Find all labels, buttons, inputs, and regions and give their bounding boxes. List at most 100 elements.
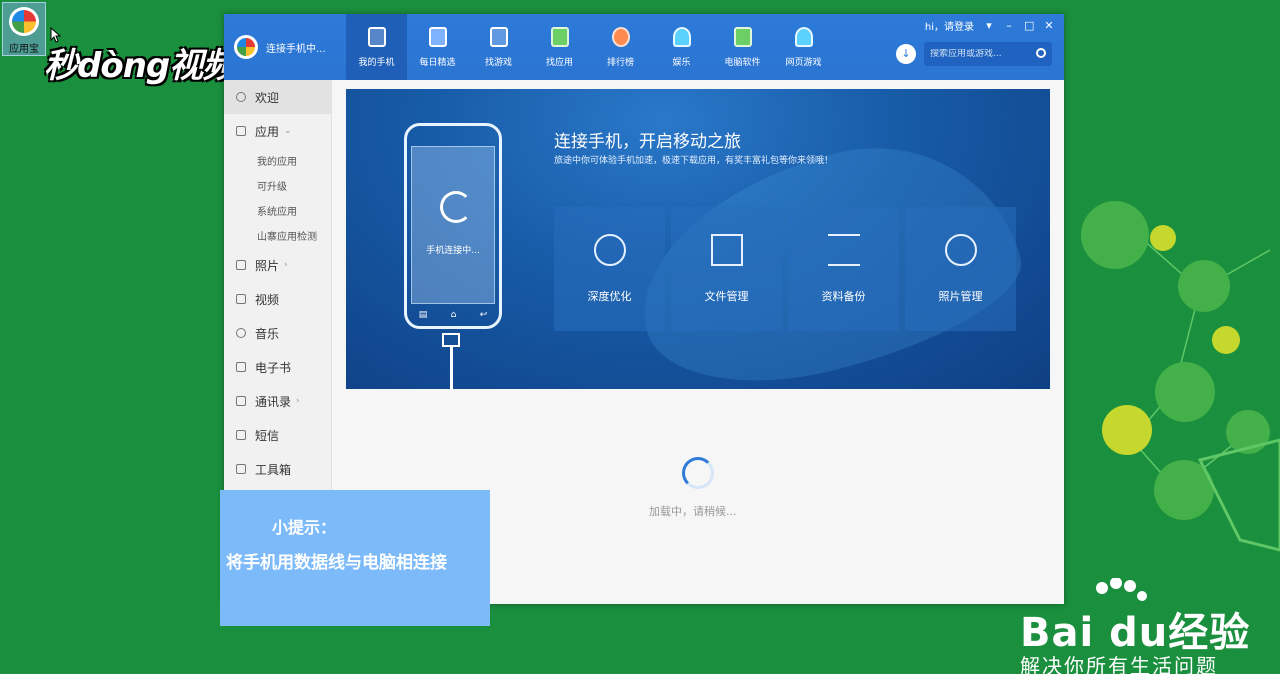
phone-connection-status: 连接手机中... — [266, 43, 326, 55]
close-icon[interactable]: ✕ — [1044, 19, 1054, 32]
sidebar-item-toolbox[interactable]: 工具箱 — [224, 452, 331, 486]
loading-text: 加载中，请稍候... — [649, 505, 737, 518]
tab-entertainment[interactable]: 娱乐 — [651, 14, 712, 80]
sidebar-item-label: 照片 — [255, 258, 280, 273]
sidebar-item-photos[interactable]: 照片 › — [224, 248, 331, 282]
sidebar-subitem-my-apps[interactable]: 我的应用 — [224, 148, 331, 173]
login-link[interactable]: hi，请登录 — [925, 18, 974, 33]
search-box — [924, 42, 1052, 66]
toolbox-icon — [236, 464, 246, 474]
connect-phone-banner: 手机连接中... ▤ ⌂ ↩ 连接手机，开启移动之旅 旅途中你可体验手机加速，极… — [346, 89, 1050, 389]
list-icon — [827, 234, 860, 266]
download-manager-icon[interactable]: ↓ — [896, 44, 916, 64]
sidebar-item-label: 通讯录 — [255, 394, 292, 409]
phone-connection-area[interactable]: 连接手机中... — [224, 14, 346, 80]
grid-icon — [236, 126, 246, 136]
sidebar-item-sms[interactable]: 短信 — [224, 418, 331, 452]
sidebar-item-label: 音乐 — [255, 326, 280, 341]
tip-title: 小提示： — [272, 518, 337, 537]
sidebar-item-welcome[interactable]: 欢迎 — [224, 80, 331, 114]
menu-dropdown-icon[interactable]: ▾ — [984, 19, 994, 32]
feature-label: 照片管理 — [938, 290, 983, 303]
tip-body: 将手机用数据线与电脑相连接 — [226, 553, 447, 573]
usb-cable — [450, 347, 453, 389]
tab-pc-software[interactable]: 电脑软件 — [712, 14, 773, 80]
tv-icon — [672, 27, 691, 47]
sidebar-item-label: 视频 — [255, 292, 280, 307]
phone-screen-text: 手机连接中... — [426, 246, 480, 256]
tab-my-phone[interactable]: 我的手机 — [346, 14, 407, 80]
banner-subtitle: 旅途中你可体验手机加速，极速下载应用，有奖丰富礼包等你来领哦！ — [554, 156, 834, 166]
phone-illustration: 手机连接中... ▤ ⌂ ↩ — [404, 123, 502, 329]
tab-label: 我的手机 — [358, 58, 395, 68]
contacts-icon — [236, 396, 246, 406]
feature-data-backup[interactable]: 资料备份 — [788, 207, 899, 331]
folder-icon — [710, 234, 743, 266]
sidebar-item-apps[interactable]: 应用 ⌄ — [224, 114, 331, 148]
chevron-right-icon: › — [296, 396, 300, 406]
mountain-photo-icon — [944, 234, 977, 266]
video-watermark: 秒dòng视频 — [44, 46, 236, 86]
feature-label: 深度优化 — [587, 290, 632, 303]
monitor-icon — [733, 27, 752, 47]
tab-rankings[interactable]: 排行榜 — [590, 14, 651, 80]
sidebar-subitem-upgradable[interactable]: 可升级 — [224, 173, 331, 198]
sidebar-item-ebook[interactable]: 电子书 — [224, 350, 331, 384]
video-icon — [236, 294, 246, 304]
message-icon — [236, 430, 246, 440]
feature-deep-optimize[interactable]: 深度优化 — [554, 207, 665, 331]
tab-daily-picks[interactable]: 每日精选 — [407, 14, 468, 80]
gamepad-icon — [489, 27, 508, 47]
feature-label: 文件管理 — [704, 290, 749, 303]
tab-label: 找应用 — [545, 58, 573, 68]
menu-icon: ▤ — [418, 310, 428, 320]
feature-file-manager[interactable]: 文件管理 — [671, 207, 782, 331]
baidu-slogan: 解决你所有生活问题 — [1020, 654, 1218, 674]
desktop-shortcut-yingyongbao[interactable]: 应用宝 — [2, 2, 46, 56]
feature-label: 资料备份 — [821, 290, 866, 303]
phone-screen: 手机连接中... — [411, 146, 495, 304]
tab-web-games[interactable]: 网页游戏 — [773, 14, 834, 80]
loading-spinner-icon — [682, 457, 714, 489]
web-game-icon — [794, 27, 813, 47]
sidebar-item-video[interactable]: 视频 — [224, 282, 331, 316]
sidebar-item-contacts[interactable]: 通讯录 › — [224, 384, 331, 418]
tab-find-apps[interactable]: 找应用 — [529, 14, 590, 80]
tab-find-games[interactable]: 找游戏 — [468, 14, 529, 80]
phone-icon — [367, 27, 386, 47]
book-icon — [236, 362, 246, 372]
tab-label: 排行榜 — [606, 58, 634, 68]
back-icon: ↩ — [479, 310, 488, 320]
tab-label: 电脑软件 — [724, 58, 761, 68]
tab-label: 娱乐 — [672, 58, 691, 68]
search-icon[interactable] — [1036, 48, 1046, 58]
sidebar-item-music[interactable]: 音乐 — [224, 316, 331, 350]
sidebar-subitem-system-apps[interactable]: 系统应用 — [224, 198, 331, 223]
feature-photo-manager[interactable]: 照片管理 — [905, 207, 1016, 331]
home-icon: ⌂ — [450, 310, 457, 320]
search-input[interactable] — [930, 49, 1030, 59]
compass-icon — [593, 234, 626, 266]
shopping-bag-icon — [550, 27, 569, 47]
tab-label: 网页游戏 — [785, 58, 822, 68]
photo-icon — [236, 260, 246, 270]
desktop-shortcut-label: 应用宝 — [9, 44, 39, 55]
usb-connector-icon — [442, 333, 460, 347]
maximize-icon[interactable]: □ — [1024, 19, 1034, 32]
minimize-icon[interactable]: – — [1004, 19, 1014, 32]
sidebar-subitem-fake-app-check[interactable]: 山寨应用检测 — [224, 223, 331, 248]
window-controls: hi，请登录 ▾ – □ ✕ — [925, 18, 1054, 33]
loading-ring-icon — [440, 191, 472, 223]
calendar-star-icon — [428, 27, 447, 47]
sidebar-item-label: 应用 — [255, 124, 280, 139]
tab-label: 每日精选 — [419, 58, 456, 68]
chevron-right-icon: › — [284, 260, 288, 270]
phone-nav-buttons: ▤ ⌂ ↩ — [407, 310, 499, 320]
sidebar-item-label: 电子书 — [255, 360, 292, 375]
sidebar-item-label: 工具箱 — [255, 462, 292, 477]
welcome-icon — [236, 92, 246, 102]
yingyongbao-icon — [9, 7, 39, 36]
chevron-down-icon: ⌄ — [284, 126, 292, 136]
decorative-network — [1081, 201, 1280, 552]
tab-label: 找游戏 — [484, 58, 512, 68]
